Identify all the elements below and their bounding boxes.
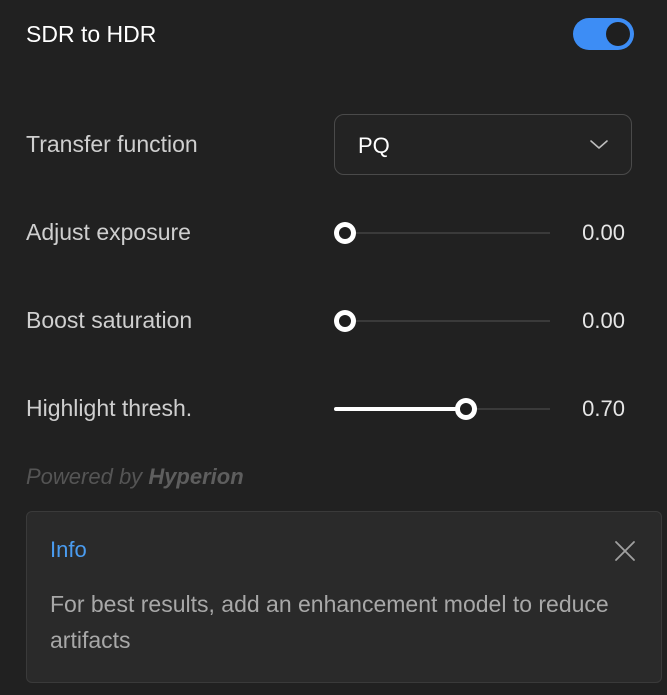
- saturation-slider[interactable]: [334, 306, 550, 336]
- saturation-value: 0.00: [582, 308, 625, 333]
- powered-by-prefix: Powered by: [26, 464, 143, 489]
- toggle-knob: [606, 22, 630, 46]
- exposure-value: 0.00: [582, 220, 625, 245]
- transfer-function-value: PQ: [358, 133, 390, 158]
- panel-title: SDR to HDR: [26, 21, 157, 47]
- exposure-slider[interactable]: [334, 218, 550, 248]
- chevron-down-icon: [590, 140, 608, 149]
- sdr-to-hdr-toggle[interactable]: [573, 18, 634, 50]
- slider-track: [334, 232, 550, 234]
- slider-thumb[interactable]: [455, 398, 477, 420]
- highlight-threshold-label: Highlight thresh.: [26, 395, 193, 421]
- slider-track: [334, 320, 550, 322]
- info-message: For best results, add an enhancement mod…: [50, 591, 609, 653]
- highlight-threshold-value: 0.70: [582, 396, 625, 421]
- transfer-function-select[interactable]: PQ: [334, 114, 632, 175]
- info-title: Info: [50, 537, 87, 562]
- powered-by-brand: Hyperion: [148, 464, 244, 489]
- slider-fill: [334, 407, 466, 411]
- exposure-label: Adjust exposure: [26, 219, 191, 245]
- highlight-threshold-slider[interactable]: [334, 394, 550, 424]
- slider-thumb[interactable]: [334, 310, 356, 332]
- transfer-function-label: Transfer function: [26, 131, 198, 157]
- slider-thumb[interactable]: [334, 222, 356, 244]
- powered-by-caption: Powered by Hyperion: [26, 462, 244, 492]
- info-panel: Info For best results, add an enhancemen…: [26, 511, 662, 683]
- saturation-label: Boost saturation: [26, 307, 193, 333]
- close-icon[interactable]: [613, 539, 637, 563]
